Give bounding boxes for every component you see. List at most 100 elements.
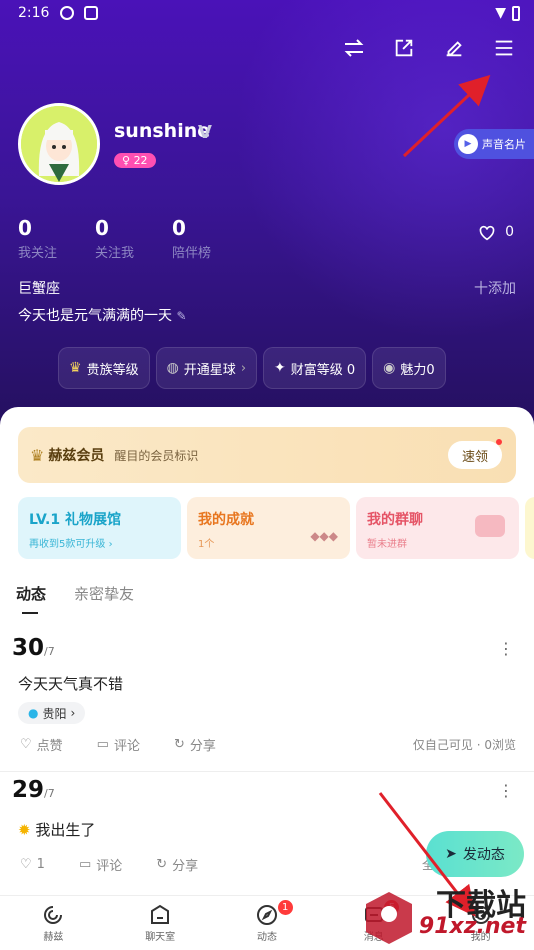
location-tag[interactable]: ● 贵阳 › bbox=[18, 702, 86, 724]
send-icon: ➤ bbox=[445, 846, 457, 862]
card-more[interactable] bbox=[525, 497, 534, 559]
profile-header: 2:16 ▼ sunshine V ♀ 22 ▶ 声音名片 0 我关注 0 关注… bbox=[0, 0, 534, 430]
status-bar: 2:16 ▼ bbox=[0, 0, 534, 28]
watermark: 下载站 91xz.net bbox=[364, 880, 534, 950]
moments-badge: 1 bbox=[277, 900, 293, 915]
bio-text[interactable]: 今天也是元气满满的一天 ✎ bbox=[18, 305, 187, 325]
tabbar-moments[interactable]: 动态 1 bbox=[214, 896, 321, 950]
stat-following-num: 0 bbox=[18, 216, 32, 240]
content-panel: ♛ 赫兹会员 醒目的会员标识 速领 LV.1 礼物展馆 再收到5款可升级 › 我… bbox=[0, 407, 534, 897]
tabbar-chatroom-label: 聊天室 bbox=[145, 932, 176, 943]
watermark-line2: 91xz.net bbox=[418, 914, 526, 939]
post-day: 30 bbox=[12, 635, 45, 661]
stat-followers-num: 0 bbox=[95, 216, 109, 240]
tab-close-friends[interactable]: 亲密挚友 bbox=[74, 583, 134, 604]
chip-planet-label: 开通星球 bbox=[183, 362, 236, 378]
post-date: 29/7 bbox=[12, 777, 55, 803]
feed-tabs: 动态 亲密挚友 bbox=[16, 583, 134, 614]
card-gift-hall[interactable]: LV.1 礼物展馆 再收到5款可升级 › bbox=[18, 497, 181, 559]
stat-companion[interactable]: 0 陪伴榜 bbox=[172, 216, 211, 261]
app-notification-icon bbox=[60, 6, 74, 20]
chip-planet[interactable]: ◍ 开通星球 › bbox=[155, 347, 258, 389]
post-month: /7 bbox=[44, 645, 55, 658]
more-options-icon[interactable]: ⋮ bbox=[498, 781, 514, 800]
status-chips: ♛ 贵族等级 ◍ 开通星球 › ✦ 财富等级 0 ◉ 魅力0 bbox=[58, 347, 446, 389]
share-label: 分享 bbox=[189, 739, 216, 754]
post-date: 30/7 bbox=[12, 635, 55, 661]
location-name: 贵阳 bbox=[42, 706, 67, 721]
vip-claim-button[interactable]: 速领 bbox=[448, 441, 502, 469]
voice-card-label: 声音名片 bbox=[482, 138, 526, 151]
post-day: 29 bbox=[12, 777, 45, 803]
header-toolbar bbox=[342, 36, 516, 60]
comment-button[interactable]: ▭ 评论 bbox=[97, 735, 140, 754]
tabbar-hertz[interactable]: 赫兹 bbox=[0, 896, 107, 950]
tabbar-hertz-label: 赫兹 bbox=[43, 932, 64, 943]
add-tag-button[interactable]: 十添加 bbox=[474, 278, 516, 298]
card-group-chat[interactable]: 我的群聊 暂未进群 bbox=[356, 497, 519, 559]
more-options-icon[interactable]: ⋮ bbox=[498, 639, 514, 658]
chip-wealth[interactable]: ✦ 财富等级 0 bbox=[263, 347, 367, 389]
card-group-chat-sub: 暂未进群 bbox=[367, 539, 407, 550]
chip-charm[interactable]: ◉ 魅力0 bbox=[372, 347, 446, 389]
post-text[interactable]: 今天天气真不错 bbox=[18, 673, 123, 694]
tab-moments[interactable]: 动态 bbox=[16, 583, 46, 614]
wealth-icon: ✦ bbox=[274, 360, 286, 376]
comment-label: 评论 bbox=[113, 739, 140, 754]
tabbar-moments-label: 动态 bbox=[256, 932, 277, 943]
share-button[interactable]: ↻ 分享 bbox=[156, 855, 198, 874]
like-button[interactable]: ♡ 1 bbox=[20, 855, 45, 874]
edit-icon[interactable] bbox=[442, 36, 466, 60]
share-icon[interactable] bbox=[392, 36, 416, 60]
switch-icon[interactable] bbox=[342, 36, 366, 60]
hertz-icon bbox=[0, 902, 107, 928]
stat-followers[interactable]: 0 关注我 bbox=[95, 216, 134, 261]
planet-icon: ◍ bbox=[166, 360, 179, 376]
achievement-badges-icon: ◆◆◆ bbox=[310, 529, 338, 543]
heart-icon bbox=[479, 225, 495, 241]
zodiac-tag: 巨蟹座 bbox=[18, 281, 60, 297]
chevron-right-icon: › bbox=[108, 539, 113, 550]
sun-icon: ✹ bbox=[18, 821, 31, 839]
chip-noble-label: 贵族等级 bbox=[86, 362, 139, 378]
vip-title: 赫兹会员 bbox=[48, 448, 105, 464]
share-label: 分享 bbox=[172, 859, 199, 874]
noble-icon: ♛ bbox=[69, 360, 82, 376]
likes-counter[interactable]: 0 bbox=[477, 223, 514, 241]
level-value: 22 bbox=[133, 154, 148, 167]
avatar[interactable] bbox=[18, 103, 100, 185]
heart-outline-icon: ♡ bbox=[20, 737, 32, 752]
post-text[interactable]: ✹ 我出生了 bbox=[18, 819, 95, 840]
username: sunshine bbox=[114, 120, 211, 142]
post-month: /7 bbox=[44, 787, 55, 800]
comment-label: 评论 bbox=[96, 859, 123, 874]
vip-banner[interactable]: ♛ 赫兹会员 醒目的会员标识 速领 bbox=[18, 427, 516, 483]
chevron-right-icon: › bbox=[70, 706, 76, 720]
battery-icon bbox=[512, 6, 520, 21]
post-moment-button[interactable]: ➤ 发动态 bbox=[426, 831, 524, 877]
stat-following[interactable]: 0 我关注 bbox=[18, 216, 57, 261]
notification-dot bbox=[496, 439, 502, 445]
chip-noble[interactable]: ♛ 贵族等级 bbox=[58, 347, 150, 389]
card-achievements[interactable]: 我的成就 1个 ◆◆◆ bbox=[187, 497, 350, 559]
bio-text-content: 今天也是元气满满的一天 bbox=[18, 308, 172, 324]
post-moment-label: 发动态 bbox=[462, 847, 505, 863]
card-gift-hall-sub: 再收到5款可升级 › bbox=[29, 535, 170, 550]
share-arrow-icon: ↻ bbox=[156, 857, 168, 872]
comment-button[interactable]: ▭ 评论 bbox=[79, 855, 122, 874]
stat-companion-num: 0 bbox=[172, 216, 186, 240]
stat-companion-label: 陪伴榜 bbox=[172, 246, 212, 261]
tabbar-chatroom[interactable]: 聊天室 bbox=[107, 896, 214, 950]
chip-charm-label: 魅力0 bbox=[400, 362, 435, 378]
menu-icon[interactable] bbox=[492, 36, 516, 60]
level-badge: ♀ 22 bbox=[114, 153, 156, 168]
voice-card-button[interactable]: ▶ 声音名片 bbox=[454, 129, 534, 159]
post-actions: ♡ 1 ▭ 评论 ↻ 分享 bbox=[20, 855, 198, 874]
like-button[interactable]: ♡ 点赞 bbox=[20, 735, 63, 754]
group-chat-icon bbox=[475, 515, 505, 537]
charm-icon: ◉ bbox=[383, 360, 396, 376]
card-achievements-title: 我的成就 bbox=[198, 512, 254, 528]
comment-icon: ▭ bbox=[78, 857, 92, 872]
card-gift-hall-title: LV.1 礼物展馆 bbox=[29, 512, 121, 528]
share-button[interactable]: ↻ 分享 bbox=[174, 735, 216, 754]
